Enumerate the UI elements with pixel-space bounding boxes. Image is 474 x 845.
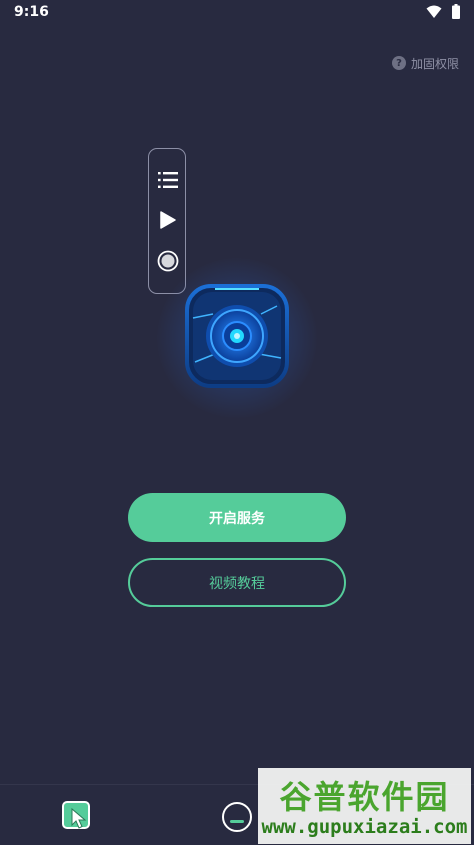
cursor-tap-icon[interactable] [62, 801, 92, 831]
wifi-icon [426, 5, 442, 18]
watermark-url: www.gupuxiazai.com [261, 816, 468, 838]
watermark-title: 谷普软件园 [279, 778, 450, 816]
harden-permission-label: 加固权限 [411, 56, 460, 71]
status-time: 9:16 [14, 4, 49, 20]
start-service-button[interactable]: 开启服务 [128, 493, 346, 542]
harden-permission-link[interactable]: ? 加固权限 [392, 54, 459, 72]
record-icon[interactable] [157, 250, 179, 272]
minus-circle-icon[interactable] [221, 801, 253, 833]
eye-lens-icon [185, 284, 289, 388]
play-icon[interactable] [160, 211, 176, 229]
floating-control-panel [148, 148, 186, 294]
battery-icon [452, 4, 460, 19]
status-bar: 9:16 [0, 0, 474, 26]
video-tutorial-button[interactable]: 视频教程 [128, 558, 346, 607]
list-icon[interactable] [158, 171, 178, 189]
watermark: 谷普软件园 www.gupuxiazai.com [258, 768, 471, 844]
help-icon: ? [392, 56, 406, 70]
